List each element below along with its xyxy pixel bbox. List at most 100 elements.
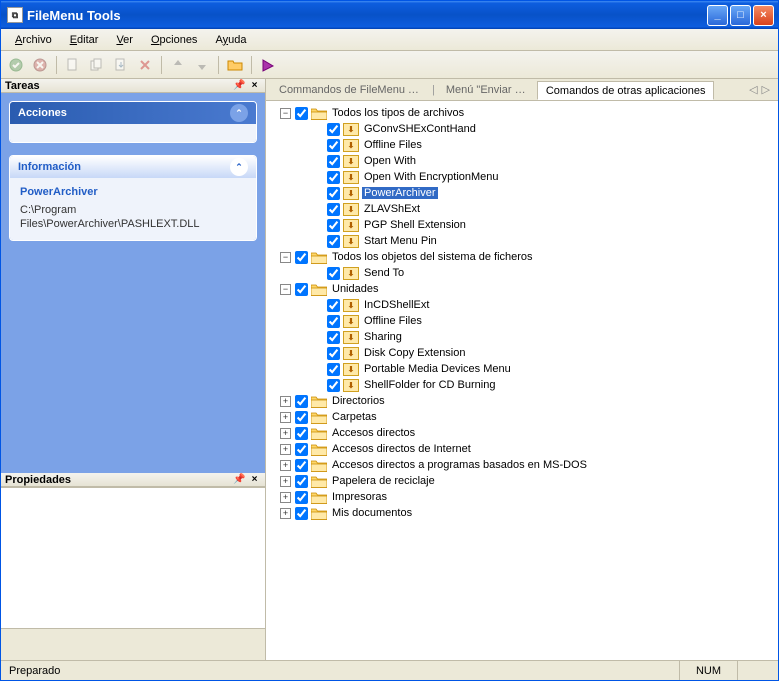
expand-icon[interactable]: + xyxy=(280,508,291,519)
tree-item-label[interactable]: InCDShellExt xyxy=(362,299,431,311)
tab-send-to[interactable]: Menú "Enviar a... xyxy=(437,80,537,99)
tree-checkbox[interactable] xyxy=(327,187,340,200)
tree-row[interactable]: ⬇PowerArchiver xyxy=(270,185,776,201)
tree-checkbox[interactable] xyxy=(327,363,340,376)
close-panel-icon[interactable]: × xyxy=(248,79,261,92)
toolbar-copy-icon[interactable] xyxy=(86,54,108,76)
tree-checkbox[interactable] xyxy=(295,491,308,504)
tree-item-label[interactable]: Sharing xyxy=(362,331,404,343)
tree-item-label[interactable]: PGP Shell Extension xyxy=(362,219,468,231)
tree-item-label[interactable]: Disk Copy Extension xyxy=(362,347,468,359)
toolbar-delete-icon[interactable] xyxy=(134,54,156,76)
tree-row[interactable]: ⬇Open With EncryptionMenu xyxy=(270,169,776,185)
maximize-button[interactable]: □ xyxy=(730,5,751,26)
collapse-icon[interactable]: − xyxy=(280,252,291,263)
tree-item-label[interactable]: Accesos directos a programas basados en … xyxy=(330,459,589,471)
tree-item-label[interactable]: Open With EncryptionMenu xyxy=(362,171,501,183)
tree-row[interactable]: + Impresoras xyxy=(270,489,776,505)
tree-checkbox[interactable] xyxy=(327,219,340,232)
tree-row[interactable]: ⬇Portable Media Devices Menu xyxy=(270,361,776,377)
collapse-icon[interactable]: − xyxy=(280,108,291,119)
expand-icon[interactable]: + xyxy=(280,444,291,455)
tree-item-label[interactable]: Unidades xyxy=(330,283,380,295)
tree-checkbox[interactable] xyxy=(295,475,308,488)
expand-icon[interactable]: + xyxy=(280,492,291,503)
tree-row[interactable]: + Papelera de reciclaje xyxy=(270,473,776,489)
tree-item-label[interactable]: Accesos directos xyxy=(330,427,417,439)
toolbar-help-icon[interactable] xyxy=(257,54,279,76)
tree-item-label[interactable]: Todos los objetos del sistema de fichero… xyxy=(330,251,535,263)
minimize-button[interactable]: _ xyxy=(707,5,728,26)
toolbar-new-icon[interactable] xyxy=(62,54,84,76)
tree-row[interactable]: ⬇Send To xyxy=(270,265,776,281)
tree-checkbox[interactable] xyxy=(327,331,340,344)
tree-item-label[interactable]: Mis documentos xyxy=(330,507,414,519)
tree-row[interactable]: ⬇ShellFolder for CD Burning xyxy=(270,377,776,393)
acciones-header[interactable]: Acciones ⌃ xyxy=(10,102,256,124)
tree-checkbox[interactable] xyxy=(327,155,340,168)
expand-icon[interactable]: + xyxy=(280,460,291,471)
tree-checkbox[interactable] xyxy=(327,347,340,360)
tree-checkbox[interactable] xyxy=(327,123,340,136)
tree-row[interactable]: − Todos los objetos del sistema de ficher… xyxy=(270,249,776,265)
pin-icon[interactable]: 📌 xyxy=(233,473,246,486)
tab-prev-icon[interactable]: ◁ xyxy=(749,83,757,96)
tree-item-label[interactable]: Portable Media Devices Menu xyxy=(362,363,513,375)
tree-checkbox[interactable] xyxy=(327,267,340,280)
tree-item-label[interactable]: Todos los tipos de archivos xyxy=(330,107,466,119)
toolbar-cancel-icon[interactable] xyxy=(29,54,51,76)
tree-item-label[interactable]: Offline Files xyxy=(362,315,424,327)
tree-row[interactable]: +Accesos directos de Internet xyxy=(270,441,776,457)
toolbar-up-icon[interactable] xyxy=(167,54,189,76)
tree-checkbox[interactable] xyxy=(295,251,308,264)
tree-row[interactable]: ⬇Start Menu Pin xyxy=(270,233,776,249)
tree-row[interactable]: + Accesos directos a programas basados en… xyxy=(270,457,776,473)
tree-row[interactable]: + Carpetas xyxy=(270,409,776,425)
tree-row[interactable]: ⬇ZLAVShExt xyxy=(270,201,776,217)
expand-icon[interactable]: + xyxy=(280,476,291,487)
close-panel-icon[interactable]: × xyxy=(248,473,261,486)
tree-checkbox[interactable] xyxy=(295,283,308,296)
toolbar-apply-icon[interactable] xyxy=(5,54,27,76)
titlebar[interactable]: ⧉ FileMenu Tools _ □ × xyxy=(1,1,778,29)
tree-row[interactable]: +Directorios xyxy=(270,393,776,409)
expand-icon[interactable]: + xyxy=(280,396,291,407)
tree-checkbox[interactable] xyxy=(327,235,340,248)
tab-commands-filemenu[interactable]: Commandos de FileMenu Tools xyxy=(270,80,430,99)
tree-item-label[interactable]: GConvSHExContHand xyxy=(362,123,478,135)
tree-item-label[interactable]: Open With xyxy=(362,155,418,167)
tree-checkbox[interactable] xyxy=(295,459,308,472)
tree-checkbox[interactable] xyxy=(295,427,308,440)
menu-opciones[interactable]: Opciones xyxy=(143,32,205,48)
tree-checkbox[interactable] xyxy=(295,507,308,520)
expand-icon[interactable]: + xyxy=(280,428,291,439)
tree-checkbox[interactable] xyxy=(327,203,340,216)
collapse-icon[interactable]: − xyxy=(280,284,291,295)
tree-item-label[interactable]: Send To xyxy=(362,267,406,279)
toolbar-down-icon[interactable] xyxy=(191,54,213,76)
toolbar-folder-icon[interactable] xyxy=(224,54,246,76)
tree-row[interactable]: ⬇Disk Copy Extension xyxy=(270,345,776,361)
tree-checkbox[interactable] xyxy=(295,411,308,424)
tree-item-label[interactable]: Carpetas xyxy=(330,411,379,423)
tree-row[interactable]: ⬇InCDShellExt xyxy=(270,297,776,313)
tree-row[interactable]: − Todos los tipos de archivos xyxy=(270,105,776,121)
tree-row[interactable]: − Unidades xyxy=(270,281,776,297)
tree-row[interactable]: + Mis documentos xyxy=(270,505,776,521)
tree-checkbox[interactable] xyxy=(327,315,340,328)
tree-item-label[interactable]: Impresoras xyxy=(330,491,389,503)
pin-icon[interactable]: 📌 xyxy=(233,79,246,92)
tree-item-label[interactable]: ZLAVShExt xyxy=(362,203,422,215)
toolbar-export-icon[interactable] xyxy=(110,54,132,76)
menu-archivo[interactable]: Archivo xyxy=(7,32,60,48)
expand-icon[interactable]: + xyxy=(280,412,291,423)
tree-item-label[interactable]: Papelera de reciclaje xyxy=(330,475,437,487)
tree-row[interactable]: ⬇PGP Shell Extension xyxy=(270,217,776,233)
tree-checkbox[interactable] xyxy=(295,395,308,408)
menu-ver[interactable]: Ver xyxy=(108,32,141,48)
tree-row[interactable]: ⬇Sharing xyxy=(270,329,776,345)
tree-row[interactable]: ⬇GConvSHExContHand xyxy=(270,121,776,137)
tree-row[interactable]: + Accesos directos xyxy=(270,425,776,441)
tree-item-label[interactable]: PowerArchiver xyxy=(362,187,438,199)
tree-row[interactable]: ⬇Open With xyxy=(270,153,776,169)
